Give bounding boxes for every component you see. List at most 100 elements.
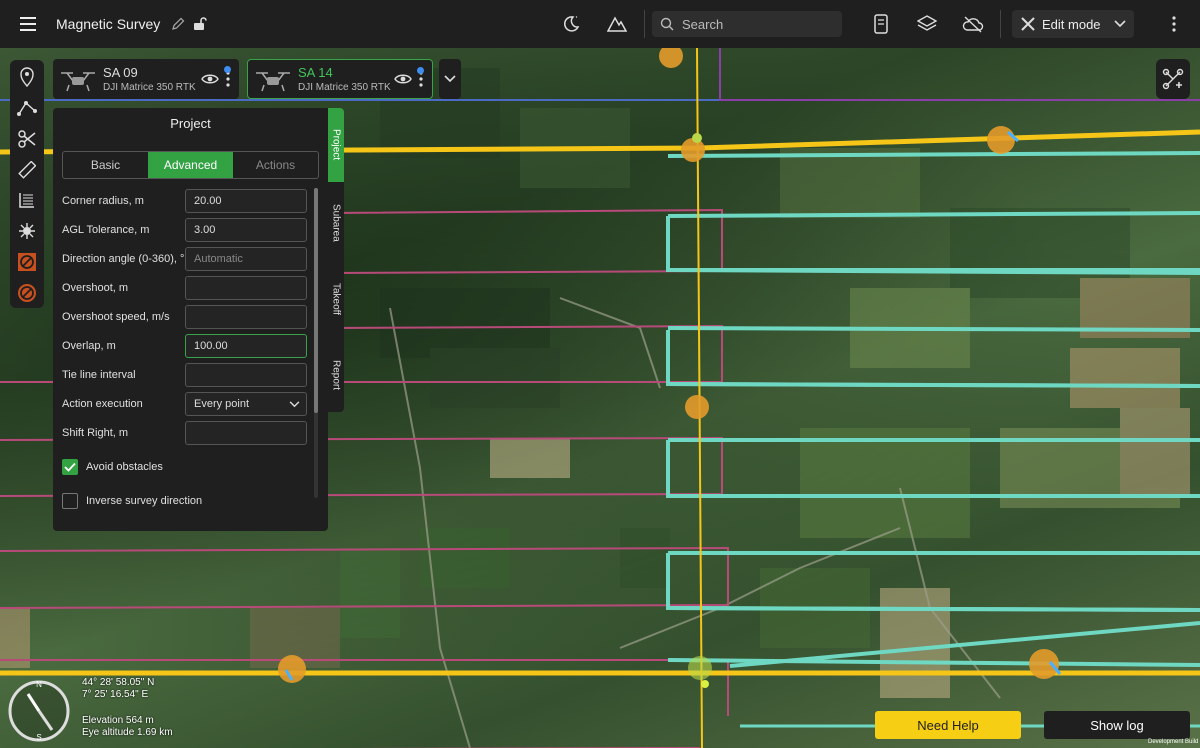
status-dot: [417, 67, 424, 74]
field-label: Overshoot, m: [62, 282, 129, 294]
layers-icon[interactable]: [904, 0, 950, 48]
compass-south-label: S: [36, 733, 41, 742]
field-label: Overlap, m: [62, 340, 116, 352]
drone-model: DJI Matrice 350 RTK: [298, 82, 391, 93]
direction-angle-input[interactable]: [185, 247, 307, 271]
latitude: 44° 28' 58.05" N: [82, 677, 155, 688]
panel-scrollbar[interactable]: [314, 188, 318, 498]
tab-actions[interactable]: Actions: [233, 152, 318, 178]
drone-icon: [256, 72, 290, 92]
agl-tolerance-input[interactable]: [185, 218, 307, 242]
field-label: Tie line interval: [62, 369, 136, 381]
action-execution-select[interactable]: Every point: [185, 392, 307, 416]
field-label: Direction angle (0-360), °: [62, 253, 185, 265]
inverse-survey-direction-checkbox[interactable]: Inverse survey direction: [62, 492, 312, 510]
chevron-down-icon: [289, 400, 300, 407]
field-overshoot: Overshoot, m: [62, 276, 307, 300]
field-label: Overshoot speed, m/s: [62, 311, 170, 323]
drone-card-sa09[interactable]: SA 09 DJI Matrice 350 RTK: [53, 59, 239, 99]
show-log-button[interactable]: Show log: [1044, 711, 1190, 739]
chevron-down-icon: [1114, 20, 1126, 28]
survey-grid-icon[interactable]: [10, 185, 44, 216]
tie-line-interval-input[interactable]: [185, 363, 307, 387]
elevation: Elevation 564 m: [82, 715, 154, 726]
tab-advanced[interactable]: Advanced: [148, 152, 233, 178]
field-overshoot-speed: Overshoot speed, m/s: [62, 305, 307, 329]
pattern-add-icon: [1162, 68, 1184, 90]
field-label: Corner radius, m: [62, 195, 144, 207]
eye-altitude: Eye altitude 1.69 km: [82, 727, 173, 738]
tab-label: Subarea: [330, 204, 342, 242]
drone-icon: [61, 72, 95, 92]
compass-north-label: N: [36, 680, 42, 689]
drone-name: SA 09: [103, 65, 138, 80]
checkbox-label: Avoid obstacles: [86, 461, 163, 473]
field-label: Action execution: [62, 398, 143, 410]
terrain-mountain-icon[interactable]: [594, 0, 640, 48]
tab-subarea[interactable]: Subarea: [328, 188, 344, 258]
field-action-execution: Action execution Every point: [62, 392, 307, 416]
field-shift-right: Shift Right, m: [62, 421, 307, 445]
field-agl-tolerance: AGL Tolerance, m: [62, 218, 307, 242]
compass[interactable]: N S: [6, 678, 72, 744]
overlap-input[interactable]: [185, 334, 307, 358]
path-waypoints-icon[interactable]: [10, 93, 44, 124]
unlock-icon[interactable]: [190, 14, 210, 34]
tools-cross-icon: [1021, 17, 1035, 31]
coordinates-readout: 44° 28' 58.05" N 7° 25' 16.54" E: [82, 677, 154, 701]
eye-visibility-icon[interactable]: [394, 72, 412, 86]
side-tabs: Project Subarea Takeoff Report: [328, 108, 344, 412]
tab-project[interactable]: Project: [328, 108, 344, 182]
search-input[interactable]: [682, 16, 832, 32]
field-direction-angle: Direction angle (0-360), °: [62, 247, 307, 271]
toolbar-divider: [644, 10, 645, 38]
field-overlap: Overlap, m: [62, 334, 307, 358]
corner-radius-input[interactable]: [185, 189, 307, 213]
add-waypoint-pattern-button[interactable]: [1156, 59, 1190, 99]
tab-report[interactable]: Report: [328, 340, 344, 410]
tab-basic[interactable]: Basic: [63, 152, 148, 178]
device-tablet-icon[interactable]: [858, 0, 904, 48]
chevron-down-icon: [444, 75, 456, 83]
search-icon: [660, 17, 674, 31]
tab-label: Report: [330, 359, 342, 390]
overshoot-speed-input[interactable]: [185, 305, 307, 329]
drone-name: SA 14: [298, 65, 333, 80]
ruler-icon[interactable]: [10, 154, 44, 185]
magnet-burst-icon[interactable]: [10, 216, 44, 247]
no-fly-zone-square-icon[interactable]: [10, 247, 44, 278]
need-help-button[interactable]: Need Help: [875, 711, 1021, 739]
tab-takeoff[interactable]: Takeoff: [328, 264, 344, 334]
eye-visibility-icon[interactable]: [201, 72, 219, 86]
overshoot-input[interactable]: [185, 276, 307, 300]
panel-title: Project: [170, 115, 211, 131]
left-toolbar: [10, 60, 44, 308]
checkbox-unchecked-icon: [62, 493, 78, 509]
toolbar-divider: [1000, 10, 1001, 38]
edit-mode-label: Edit mode: [1042, 16, 1101, 32]
project-title: Magnetic Survey: [56, 16, 161, 32]
altitude-readout: Elevation 564 m Eye altitude 1.69 km: [82, 715, 173, 739]
search-box[interactable]: [652, 11, 842, 37]
field-tie-line-interval: Tie line interval: [62, 363, 307, 387]
location-pin-icon[interactable]: [10, 62, 44, 93]
hamburger-menu-icon[interactable]: [0, 0, 56, 48]
field-label: Shift Right, m: [62, 427, 129, 439]
scrollbar-thumb[interactable]: [314, 188, 318, 413]
pencil-icon[interactable]: [168, 14, 188, 34]
drone-model: DJI Matrice 350 RTK: [103, 82, 196, 93]
avoid-obstacles-checkbox[interactable]: Avoid obstacles: [62, 458, 312, 476]
expand-drones-button[interactable]: [439, 59, 461, 99]
more-options-icon[interactable]: [1160, 10, 1188, 38]
project-panel: Project Basic Advanced Actions Corner ra…: [53, 108, 328, 531]
checkbox-checked-icon: [62, 459, 78, 475]
no-fly-zone-circle-icon[interactable]: [10, 277, 44, 308]
select-value: Every point: [194, 398, 250, 410]
drone-card-sa14[interactable]: SA 14 DJI Matrice 350 RTK: [247, 59, 433, 99]
status-dot: [224, 66, 231, 73]
scissors-icon[interactable]: [10, 124, 44, 155]
edit-mode-dropdown[interactable]: Edit mode: [1012, 10, 1134, 38]
cloud-off-icon[interactable]: [950, 0, 996, 48]
shift-right-input[interactable]: [185, 421, 307, 445]
moon-night-mode-icon[interactable]: [548, 0, 594, 48]
